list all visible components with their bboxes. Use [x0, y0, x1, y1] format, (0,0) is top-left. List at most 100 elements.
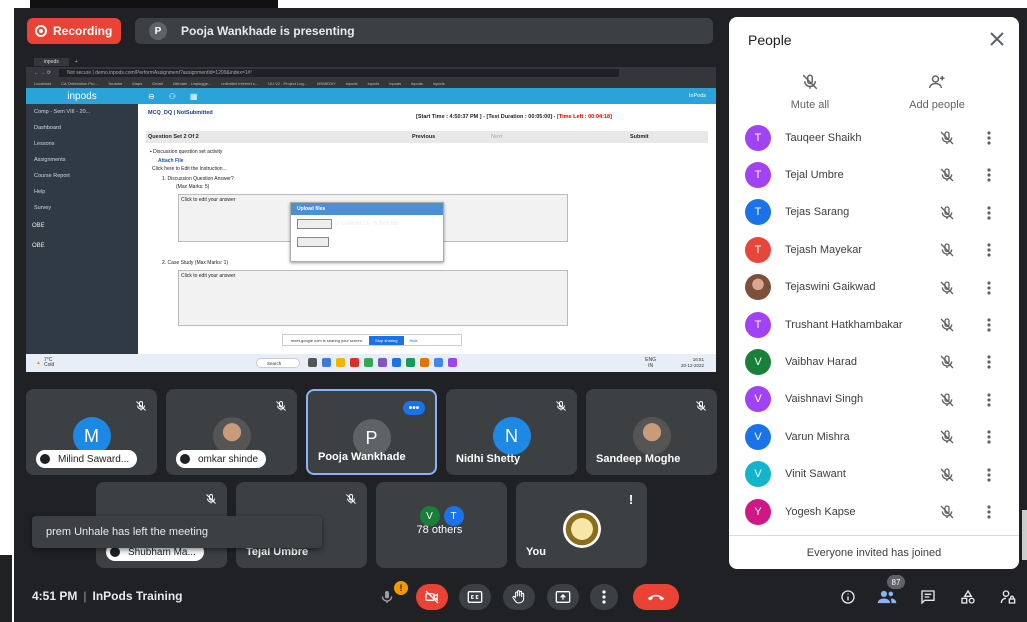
left-edge	[0, 8, 14, 622]
question-1-marks: (Max Marks: 5)	[176, 184, 210, 190]
info-icon	[841, 590, 855, 604]
bookmark-item: Youtube	[107, 81, 123, 86]
participant-row[interactable]: V Varun Mishra	[729, 418, 1019, 455]
people-button[interactable]	[876, 586, 898, 608]
more-vert-icon[interactable]	[985, 167, 993, 183]
inpods-side-item: Assignments	[34, 157, 66, 163]
participant-row[interactable]: V Vaibhav Harad	[729, 343, 1019, 380]
assignment-crumb: MCQ_DQ | NotSubmitted	[148, 110, 213, 116]
tile-name-pill: Milind Saward...	[36, 450, 138, 468]
participant-row[interactable]: T Trushant Hatkhambakar	[729, 306, 1019, 343]
participant-tile[interactable]: omkar shinde	[166, 389, 297, 475]
inpods-user: InPods	[688, 93, 706, 99]
inpods-topbar: ⊖ ⚇ ▦ InPods	[138, 88, 716, 104]
mic-off-icon[interactable]	[939, 354, 955, 370]
participant-row[interactable]: Y Yogesh Kapse	[729, 493, 1019, 530]
participant-row[interactable]: T Tejas Sarang	[729, 194, 1019, 231]
bookmark-item: inpods	[367, 81, 380, 86]
participant-name: Tejal Umbre	[785, 169, 844, 182]
back-icon: ⊖	[148, 91, 155, 101]
mic-off-icon[interactable]	[939, 429, 955, 445]
stop-sharing-button: Stop sharing	[369, 335, 404, 345]
participant-tile[interactable]: ! You	[516, 482, 647, 568]
participant-avatar: T	[745, 162, 771, 189]
mute-all-button[interactable]: Mute all	[770, 73, 850, 111]
host-controls-button[interactable]	[997, 586, 1019, 608]
people-panel: People Mute all Add people T Tauqeer Shai…	[729, 17, 1019, 569]
camera-off-icon	[425, 590, 439, 604]
participant-avatar: V	[745, 386, 771, 413]
pin-icon	[180, 454, 190, 464]
more-vert-icon[interactable]	[985, 392, 993, 408]
mic-off-icon[interactable]	[939, 392, 955, 408]
presenter-avatar: P	[149, 22, 167, 40]
add-people-button[interactable]: Add people	[897, 73, 977, 111]
taskbar-clock: 16:51 20-12-2022	[680, 357, 704, 368]
more-vert-icon[interactable]	[985, 130, 993, 146]
presenting-text: Pooja Wankhade is presenting	[181, 24, 355, 38]
recording-indicator[interactable]: Recording	[27, 18, 121, 44]
mic-off-icon[interactable]	[939, 504, 955, 520]
tile-name: Shubham Ma...	[128, 546, 196, 558]
raise-hand-button[interactable]	[503, 584, 535, 610]
mic-icon	[381, 591, 393, 603]
participant-row[interactable]: Tejaswini Gaikwad	[729, 269, 1019, 306]
mic-off-icon[interactable]	[939, 280, 955, 296]
people-title: People	[748, 32, 792, 48]
participant-avatar: T	[745, 199, 771, 226]
more-vert-icon[interactable]	[985, 205, 993, 221]
more-vert-icon[interactable]	[985, 354, 993, 370]
inpods-side-item: Course Report	[34, 173, 70, 179]
close-icon[interactable]	[987, 29, 1007, 49]
participant-name: Varun Mishra	[785, 430, 850, 443]
participant-avatar: V	[745, 349, 771, 376]
participant-tile[interactable]: N Nidhi Shetty	[446, 389, 577, 475]
file-name: 1. Curriculu....h - B.Tech.pdf	[335, 221, 398, 227]
more-vert-icon[interactable]	[985, 504, 993, 520]
more-vert-icon[interactable]	[985, 467, 993, 483]
tile-name-pill: omkar shinde	[176, 450, 267, 468]
attach-file-link: Attach File	[158, 158, 184, 164]
mic-off-icon	[135, 399, 147, 411]
participant-name: Tejash Mayekar	[785, 243, 863, 256]
bookmark-item: inpods	[432, 81, 445, 86]
present-button[interactable]	[547, 584, 579, 610]
mic-off-icon[interactable]	[939, 205, 955, 221]
participant-row[interactable]: T Tejash Mayekar	[729, 231, 1019, 268]
participant-tile[interactable]: ••• P Pooja Wankhade	[306, 389, 437, 475]
activities-button[interactable]	[957, 586, 979, 608]
mic-off-icon[interactable]	[939, 467, 955, 483]
mic-off-icon[interactable]	[939, 167, 955, 183]
more-options-button[interactable]	[590, 584, 618, 610]
time-left: [Time Left : 00:04:18]	[557, 114, 612, 120]
bookmark-item: Localhost	[34, 81, 52, 86]
participant-row[interactable]: T Tauqeer Shaikh	[729, 119, 1019, 156]
more-vert-icon[interactable]	[985, 242, 993, 258]
people-icon: ⚇	[168, 91, 176, 101]
participant-row[interactable]: T Tejal Umbre	[729, 156, 1019, 193]
tile-name: 78 others	[416, 524, 463, 536]
more-vert-icon[interactable]	[985, 429, 993, 445]
meeting-details-button[interactable]	[837, 586, 859, 608]
mic-off-icon[interactable]	[939, 317, 955, 333]
participant-tile[interactable]: M Milind Saward...	[26, 389, 157, 475]
lock-person-icon	[1000, 590, 1016, 604]
inpods-side-item: Dashboard	[34, 125, 61, 131]
tile-name: Milind Saward...	[58, 453, 130, 465]
more-vert-icon[interactable]	[985, 280, 993, 296]
tile-more-button[interactable]: •••	[403, 401, 425, 415]
participant-tile[interactable]: Sandeep Moghe	[586, 389, 717, 475]
camera-button[interactable]	[416, 584, 448, 610]
more-vert-icon[interactable]	[985, 317, 993, 333]
mic-off-icon[interactable]	[939, 242, 955, 258]
mic-off-icon[interactable]	[939, 130, 955, 146]
chat-button[interactable]	[917, 586, 939, 608]
leave-call-button[interactable]	[633, 584, 679, 610]
participant-row[interactable]: V Vinit Sawant	[729, 456, 1019, 493]
question-1: 1. Discussion Question Answer?	[162, 176, 234, 182]
participant-row[interactable]: V Vaishnavi Singh	[729, 381, 1019, 418]
participant-tile[interactable]: V T 78 others	[376, 482, 507, 568]
panel-scrollbar[interactable]	[1022, 510, 1027, 560]
question-2: 2. Case Study (Max Marks: 1)	[162, 260, 229, 266]
captions-button[interactable]	[459, 584, 491, 610]
